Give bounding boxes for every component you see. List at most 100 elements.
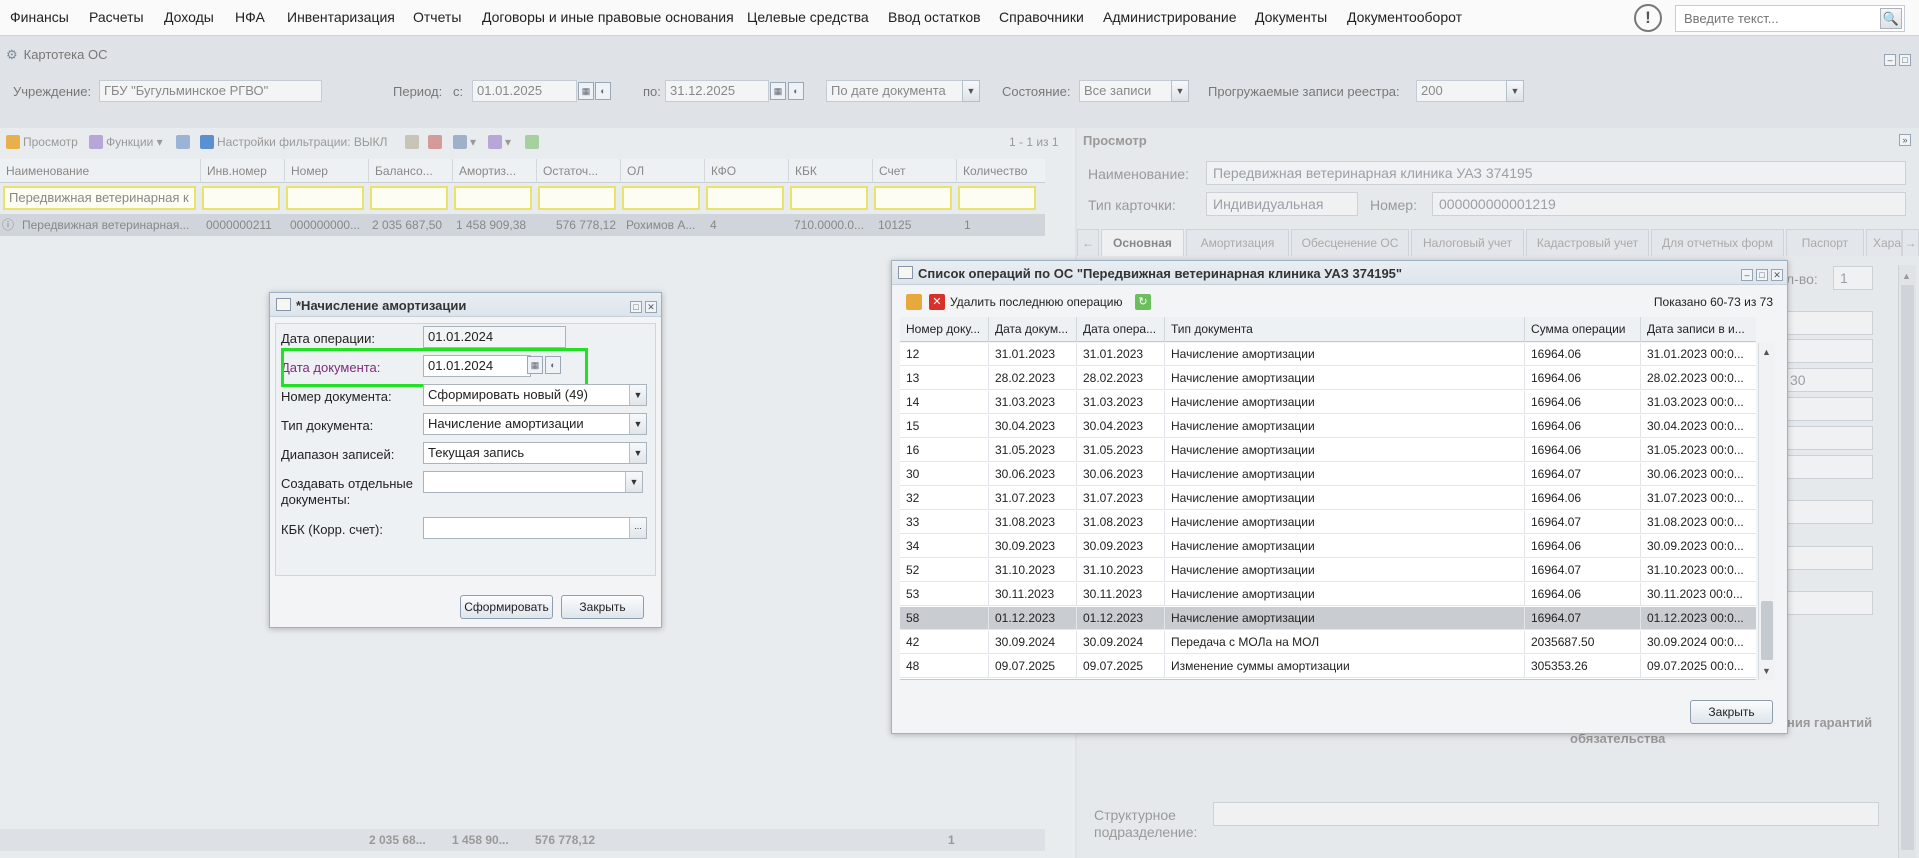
table-row[interactable]: ⓘ Передвижная ветеринарная... 0000000211… (0, 214, 1045, 236)
doc-type-select[interactable]: Начисление амортизации (423, 413, 647, 435)
generate-button[interactable]: Сформировать (460, 595, 553, 619)
close-icon[interactable]: ✕ (645, 301, 657, 313)
export-icon[interactable] (405, 135, 422, 149)
state-select[interactable]: Все записи (1079, 80, 1173, 102)
column-filter-input[interactable] (370, 186, 448, 210)
column-header[interactable]: КБК (788, 159, 872, 183)
table-row[interactable]: 33 31.08.2023 31.08.2023 Начисление амортиз… (900, 511, 1756, 534)
calendar-icon[interactable]: ◐ (595, 82, 611, 100)
column-header[interactable]: Количество (956, 159, 1045, 183)
column-header[interactable]: Счет (872, 159, 956, 183)
column-header[interactable]: Номер (284, 159, 368, 183)
maximize-icon[interactable]: □ (1899, 54, 1911, 66)
tab-amortization[interactable]: Амортизация (1186, 229, 1289, 256)
menu-income[interactable]: Доходы (164, 9, 214, 25)
column-filter-input[interactable] (874, 186, 952, 210)
details-field[interactable] (1783, 500, 1873, 524)
period-from-field[interactable]: 01.01.2025 (472, 80, 577, 102)
filter-settings-button[interactable]: Настройки фильтрации: ВЫКЛ (200, 135, 387, 149)
chevron-down-icon[interactable]: ▼ (962, 80, 980, 102)
chevron-down-icon[interactable]: ▼ (1506, 80, 1524, 102)
chevron-down-icon[interactable]: ▼ (629, 443, 646, 463)
chevron-down-icon[interactable]: ▼ (625, 472, 642, 492)
menu-inventory[interactable]: Инвентаризация (287, 9, 395, 25)
maximize-icon[interactable]: □ (1756, 269, 1768, 281)
table-row[interactable]: 32 31.07.2023 31.07.2023 Начисление амортиз… (900, 487, 1756, 510)
table-row[interactable]: 42 30.09.2024 30.09.2024 Передача с МОЛа на… (900, 631, 1756, 654)
details-field[interactable] (1783, 397, 1873, 421)
tab-impairment[interactable]: Обесценение ОС (1291, 229, 1409, 256)
scroll-thumb[interactable] (1901, 285, 1914, 850)
grid-icon[interactable] (428, 135, 445, 149)
column-filter-input[interactable] (538, 186, 616, 210)
table-row[interactable]: 12 31.01.2023 31.01.2023 Начисление амортиз… (900, 343, 1756, 366)
name-field[interactable]: Передвижная ветеринарная клиника УАЗ 374… (1206, 161, 1906, 185)
menu-administration[interactable]: Администрирование (1103, 9, 1237, 25)
refresh-icon[interactable] (525, 135, 542, 149)
details-field[interactable] (1783, 311, 1873, 335)
menu-contracts[interactable]: Договоры и иные правовые основания (482, 9, 734, 25)
menu-documents[interactable]: Документы (1255, 9, 1327, 25)
print-icon[interactable]: ▾ (453, 135, 476, 149)
column-header[interactable]: Остаточ... (536, 159, 620, 183)
tab-scroll-right-icon[interactable]: → (1902, 229, 1919, 256)
scroll-down-icon[interactable]: ▼ (1762, 666, 1771, 676)
name-filter-input[interactable]: Передвижная ветеринарная к (3, 186, 196, 210)
column-header[interactable]: Балансо... (368, 159, 452, 183)
close-icon[interactable]: ✕ (1771, 269, 1783, 281)
table-row[interactable]: 14 31.03.2023 31.03.2023 Начисление амортиз… (900, 391, 1756, 414)
close-button[interactable]: Закрыть (1690, 700, 1773, 724)
table-row[interactable]: 15 30.04.2023 30.04.2023 Начисление амортиз… (900, 415, 1756, 438)
menu-payments[interactable]: Расчеты (89, 9, 144, 25)
calendar-icon[interactable]: ▦ (770, 82, 786, 100)
collapse-icon[interactable]: » (1899, 134, 1911, 146)
menu-document-flow[interactable]: Документооборот (1347, 9, 1462, 25)
minimize-icon[interactable]: – (1741, 269, 1753, 281)
institution-field[interactable]: ГБУ "Бугульминское РГВО" (99, 80, 322, 102)
range-select[interactable]: Текущая запись (423, 442, 647, 464)
table-row[interactable]: 58 01.12.2023 01.12.2023 Начисление амортиз… (900, 607, 1756, 630)
minimize-icon[interactable]: – (1884, 54, 1896, 66)
alert-icon[interactable]: ! (1634, 4, 1662, 32)
doc-number-select[interactable]: Сформировать новый (49) (423, 384, 647, 406)
column-header[interactable]: Наименование (0, 159, 200, 183)
kbk-field[interactable] (423, 517, 647, 539)
refresh-icon[interactable]: ↻ (1135, 294, 1151, 310)
separate-docs-select[interactable] (423, 471, 643, 493)
structural-unit-field[interactable] (1213, 802, 1879, 826)
menu-nfa[interactable]: НФА (235, 9, 265, 25)
column-filter-input[interactable] (454, 186, 532, 210)
column-header[interactable]: Дата докум... (988, 317, 1076, 342)
search-icon[interactable]: 🔍 (1880, 8, 1902, 29)
table-row[interactable]: 13 28.02.2023 28.02.2023 Начисление амортиз… (900, 367, 1756, 390)
chevron-down-icon[interactable]: ▼ (1171, 80, 1189, 102)
chevron-down-icon[interactable]: ▼ (629, 414, 646, 434)
details-field[interactable] (1783, 455, 1873, 479)
search-input[interactable] (1676, 6, 1876, 31)
menu-balances-input[interactable]: Ввод остатков (888, 9, 981, 25)
tab-characteristics[interactable]: Хара (1866, 229, 1902, 256)
tab-main[interactable]: Основная (1101, 229, 1184, 256)
menu-target-funds[interactable]: Целевые средства (747, 9, 869, 25)
column-filter-input[interactable] (622, 186, 700, 210)
op-date-field[interactable]: 01.01.2024 (423, 326, 566, 348)
list-icon[interactable] (176, 135, 193, 149)
quantity-field[interactable]: 1 (1833, 266, 1873, 290)
menu-finance[interactable]: Финансы (10, 9, 69, 25)
column-header[interactable]: Дата записи в и... (1640, 317, 1756, 342)
number-field[interactable]: 000000000001219 (1432, 192, 1906, 216)
column-filter-input[interactable] (958, 186, 1036, 210)
column-header[interactable]: ОЛ (620, 159, 704, 183)
column-header[interactable]: Номер доку... (900, 317, 988, 342)
column-header[interactable]: Тип документа (1164, 317, 1524, 342)
kbk-lookup-button[interactable]: ... (629, 518, 646, 538)
scroll-thumb[interactable] (1761, 601, 1773, 660)
tab-tax[interactable]: Налоговый учет (1411, 229, 1524, 256)
table-row[interactable]: 16 31.05.2023 31.05.2023 Начисление амортиз… (900, 439, 1756, 462)
details-field[interactable] (1783, 426, 1873, 450)
details-field[interactable] (1783, 591, 1873, 615)
details-field[interactable] (1783, 339, 1873, 363)
column-filter-input[interactable] (790, 186, 868, 210)
edit-icon[interactable] (906, 294, 922, 310)
table-row[interactable]: 48 09.07.2025 09.07.2025 Изменение суммы ам… (900, 655, 1756, 678)
